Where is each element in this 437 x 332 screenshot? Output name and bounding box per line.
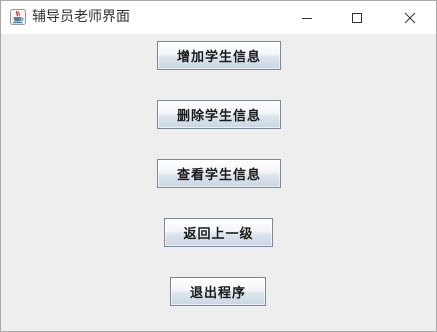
maximize-icon — [352, 12, 362, 23]
exit-button[interactable]: 退出程序 — [170, 277, 266, 306]
add-student-button[interactable]: 增加学生信息 — [157, 41, 281, 70]
close-button[interactable] — [387, 1, 433, 34]
back-button[interactable]: 返回上一级 — [164, 218, 273, 247]
main-panel: 增加学生信息 删除学生信息 查看学生信息 返回上一级 退出程序 — [1, 34, 436, 331]
close-icon — [404, 12, 416, 23]
minimize-icon — [302, 17, 312, 19]
view-student-button[interactable]: 查看学生信息 — [157, 159, 281, 188]
title-bar[interactable]: 辅导员老师界面 — [1, 1, 436, 34]
window-title: 辅导员老师界面 — [32, 9, 130, 25]
delete-student-button[interactable]: 删除学生信息 — [157, 100, 281, 129]
minimize-button[interactable] — [284, 1, 330, 34]
app-window: 辅导员老师界面 增加学生信息 删除学生信息 查看学生信息 返回上一级 退出程序 — [0, 0, 437, 332]
java-cup-icon — [10, 9, 26, 25]
maximize-button[interactable] — [334, 1, 380, 34]
